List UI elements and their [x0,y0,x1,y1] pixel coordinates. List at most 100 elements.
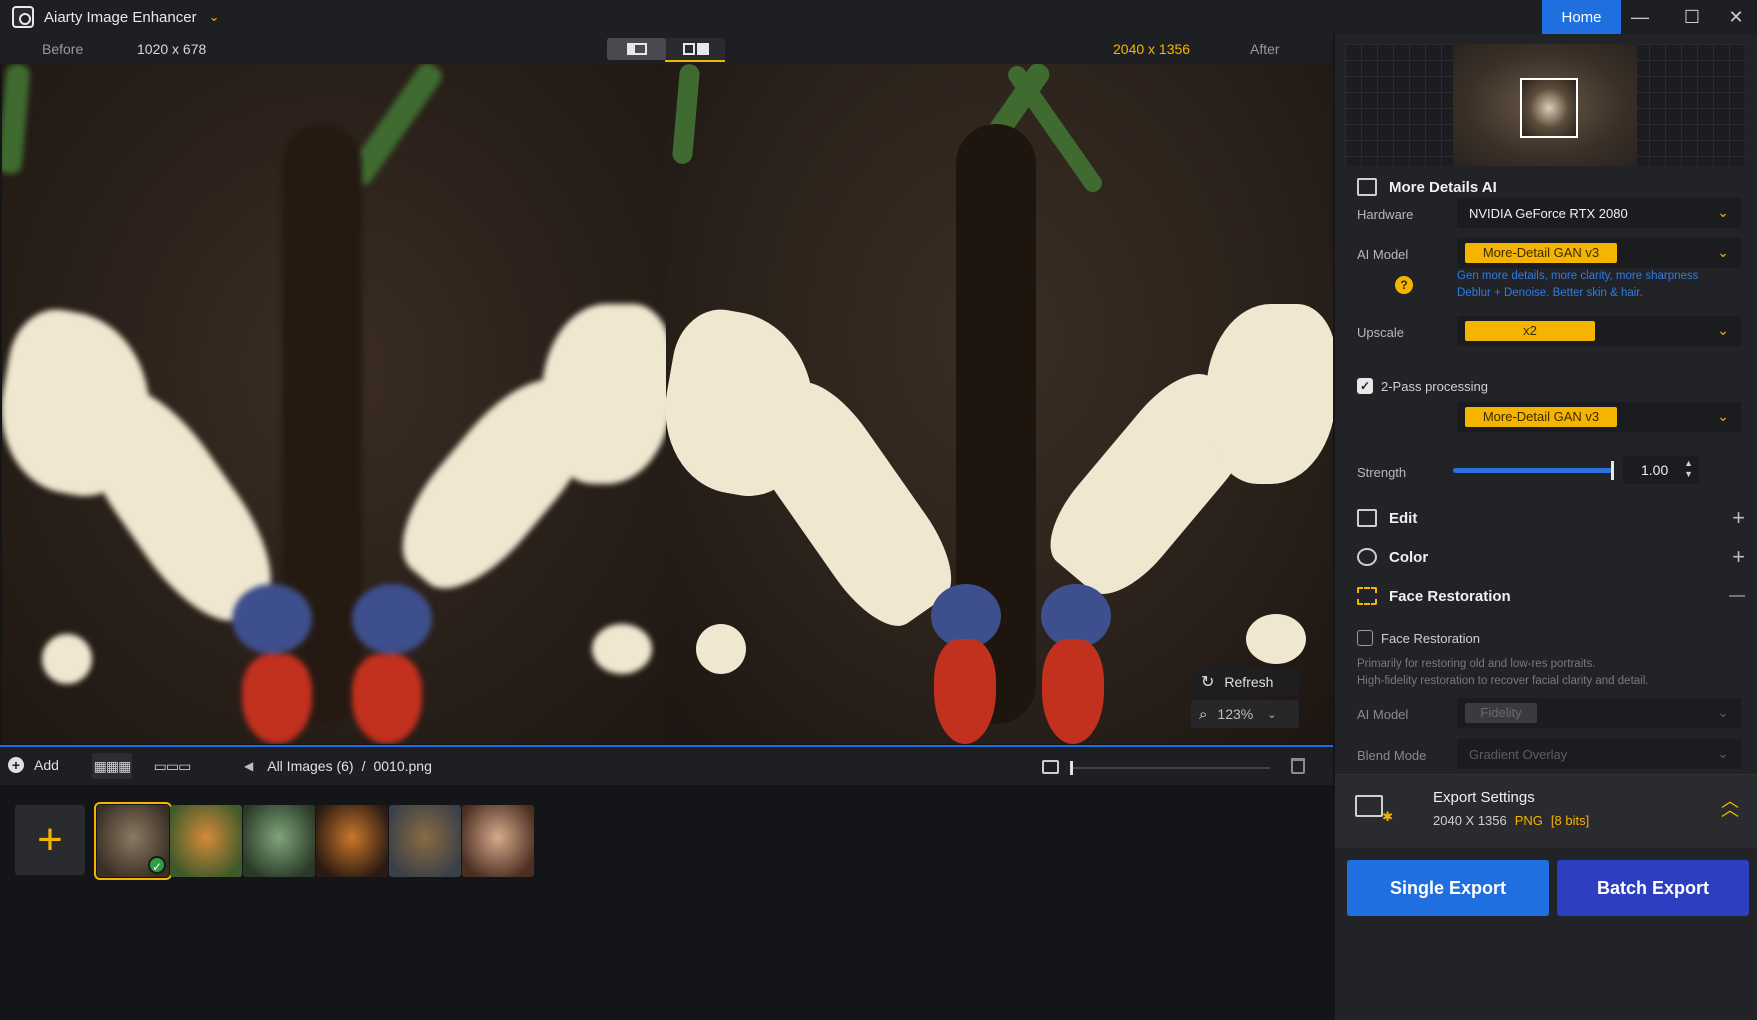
app-window: Aiarty Image Enhancer ⌄ Home — ☐ ✕ Befor… [0,0,1757,1020]
title-bar: Aiarty Image Enhancer ⌄ Home — ☐ ✕ [0,0,1757,34]
after-size: 2040 x 1356 [1113,41,1191,57]
thumbnail-dog-goggles[interactable] [389,805,461,877]
expand-plus-icon[interactable]: + [1732,505,1745,531]
chevron-down-icon: ⌄ [1717,704,1729,720]
blend-mode-value: Gradient Overlay [1469,747,1568,762]
breadcrumb: ◀ All Images (6) / 0010.png [244,758,432,774]
batch-export-button[interactable]: Batch Export [1557,860,1749,916]
app-title: Aiarty Image Enhancer [44,8,197,26]
refresh-button[interactable]: ↻ Refresh [1191,668,1299,696]
hardware-dropdown[interactable]: NVIDIA GeForce RTX 2080 ⌄ [1457,198,1741,228]
filmstrip-view-button[interactable]: ▭▭▭ [152,753,192,779]
add-images-button[interactable]: + Add [8,757,59,773]
two-pass-model-value: More-Detail GAN v3 [1465,407,1617,427]
chevron-down-icon: ⌄ [1717,408,1729,424]
breadcrumb-file: 0010.png [373,758,432,774]
upscale-dropdown[interactable]: x2 ⌄ [1457,316,1741,346]
hardware-label: Hardware [1357,207,1414,222]
app-menu-chevron-icon[interactable]: ⌄ [209,9,220,25]
before-label: Before [42,41,84,57]
plus-circle-icon: + [8,757,24,773]
face-restoration-description: Primarily for restoring old and low-res … [1357,656,1737,690]
after-image[interactable] [666,64,1333,744]
side-by-side-icon [682,43,709,55]
blend-mode-label: Blend Mode [1357,748,1427,763]
thumbnail-size-slider[interactable] [1070,767,1270,769]
two-pass-checkbox[interactable]: ✓ [1357,378,1373,394]
single-export-button[interactable]: Single Export [1347,860,1549,916]
section-edit[interactable]: Edit + [1335,499,1757,537]
ai-model-description: Gen more details, more clarity, more sha… [1457,268,1737,302]
breadcrumb-root[interactable]: All Images (6) [267,758,353,774]
ai-model-value: More-Detail GAN v3 [1465,243,1617,263]
section-title: Face Restoration [1389,587,1511,605]
thumbnail-burger[interactable] [316,805,388,877]
before-image[interactable] [2,64,666,744]
chevron-down-icon: ⌄ [1717,322,1729,338]
back-arrow-icon[interactable]: ◀ [244,759,253,773]
section-color[interactable]: Color + [1335,538,1757,576]
face-desc-line-1: Primarily for restoring old and low-res … [1357,658,1596,670]
thumbnail-portrait[interactable] [462,805,534,877]
side-by-side-view-button[interactable] [666,38,725,60]
add-label: Add [34,757,59,773]
chevron-down-icon: ⌄ [1717,745,1729,761]
close-button[interactable]: ✕ [1714,0,1757,34]
view-mode-toggle [607,38,725,60]
home-button[interactable]: Home [1542,0,1621,34]
section-title: Edit [1389,509,1418,527]
trash-icon[interactable] [1291,758,1305,774]
grid-view-button[interactable]: ▦▦▦ [92,753,132,779]
minimize-button[interactable]: — [1618,0,1662,34]
split-view-icon [626,43,647,55]
collapse-minus-icon[interactable]: — [1729,587,1745,605]
thumbnail-jar-figure[interactable] [243,805,315,877]
view-active-indicator [665,60,725,62]
plus-icon: + [37,815,63,864]
export-size: 2040 X 1356 [1433,813,1507,828]
grid-icon: ▦▦▦ [93,757,132,774]
enhance-icon [1357,178,1377,196]
ai-model-dropdown[interactable]: More-Detail GAN v3 ⌄ [1457,238,1741,268]
face-restoration-checkbox[interactable] [1357,630,1373,646]
chevron-down-icon: ⌄ [1267,708,1277,721]
upscale-label: Upscale [1357,325,1404,340]
refresh-label: Refresh [1224,674,1274,690]
navigator-preview[interactable] [1345,44,1747,166]
stepper-icon[interactable]: ▲ ▼ [1684,458,1693,480]
strength-slider-knob[interactable] [1611,461,1614,480]
thumbnail-strip: + ✓ [0,787,1333,1007]
upscale-value: x2 [1465,321,1595,341]
strength-label: Strength [1357,465,1407,480]
filmstrip-icon: ▭▭▭ [153,757,192,774]
strength-input[interactable]: 1.00 ▲ ▼ [1623,456,1699,484]
navigator-viewport-frame[interactable] [1520,78,1578,138]
ai-model-desc-line-1: Gen more details, more clarity, more sha… [1457,270,1699,282]
thumbnail-butterfly[interactable]: ✓ [94,802,172,880]
palette-icon [1357,548,1377,566]
hardware-value: NVIDIA GeForce RTX 2080 [1469,206,1628,221]
zoom-dropdown[interactable]: ⌕ 123% ⌄ [1191,700,1299,728]
refresh-icon: ↻ [1201,674,1215,691]
face-ai-model-value: Fidelity [1465,703,1537,723]
two-pass-model-dropdown[interactable]: More-Detail GAN v3 ⌄ [1457,402,1741,432]
maximize-button[interactable]: ☐ [1670,0,1714,34]
expand-plus-icon[interactable]: + [1732,544,1745,570]
chevron-down-icon: ⌄ [1717,244,1729,260]
breadcrumb-separator: / [361,758,366,774]
split-view-button[interactable] [607,38,666,60]
thumbnail-size-knob[interactable] [1070,761,1073,775]
help-icon[interactable]: ? [1395,276,1413,294]
chevron-up-double-icon[interactable]: ︿ ︿ [1721,792,1739,819]
face-ai-model-label: AI Model [1357,707,1409,722]
export-settings-title: Export Settings [1433,789,1535,806]
compare-header: Before 1020 x 678 2040 x 1356 After [0,34,1333,64]
add-image-tile[interactable]: + [15,805,85,875]
thumbnail-tiger[interactable] [170,805,242,877]
section-title: Color [1389,548,1429,566]
export-settings[interactable]: Export Settings 2040 X 1356 PNG [8 bits]… [1335,774,1757,848]
strength-slider[interactable] [1453,468,1613,473]
chevron-down-icon: ⌄ [1717,204,1729,220]
section-face-restoration[interactable]: Face Restoration — [1335,577,1757,615]
thumbnail-size-icon [1042,760,1059,774]
